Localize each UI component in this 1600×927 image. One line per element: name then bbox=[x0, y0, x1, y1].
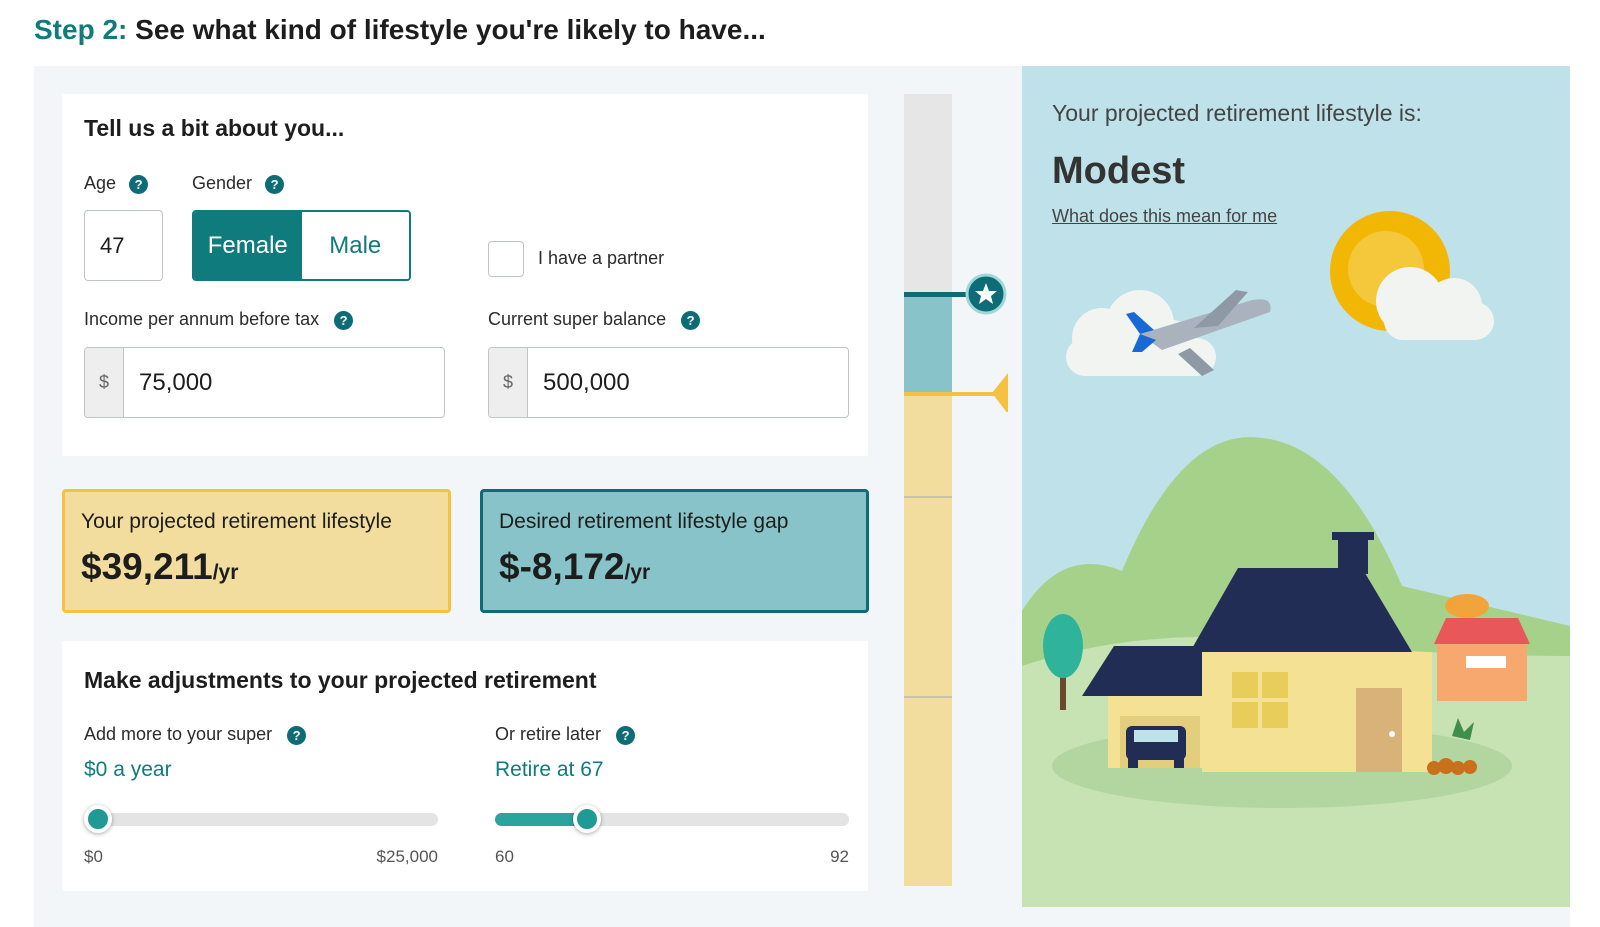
retire-later-value: Retire at 67 bbox=[495, 758, 604, 781]
income-label: Income per annum before tax ? bbox=[84, 309, 354, 330]
step-number: Step 2: bbox=[34, 14, 128, 45]
add-super-label-text: Add more to your super bbox=[84, 724, 273, 744]
gender-help-icon[interactable]: ? bbox=[265, 174, 285, 194]
triangle-marker-icon bbox=[992, 373, 1008, 412]
about-you-heading: Tell us a bit about you... bbox=[84, 115, 345, 141]
income-currency-prefix: $ bbox=[85, 348, 124, 417]
add-super-label: Add more to your super ? bbox=[84, 724, 307, 745]
super-balance-field[interactable]: $ 500,000 bbox=[488, 347, 849, 418]
step-heading: Step 2: See what kind of lifestyle you'r… bbox=[34, 14, 766, 46]
lifestyle-gap-amount: $-8,172/yr bbox=[499, 546, 850, 588]
lifestyle-gauge bbox=[904, 94, 952, 886]
gauge-markers bbox=[904, 273, 1008, 412]
lifestyle-gap-box: Desired retirement lifestyle gap $-8,172… bbox=[480, 489, 869, 613]
partner-label: I have a partner bbox=[538, 248, 665, 268]
age-help-icon[interactable]: ? bbox=[129, 174, 149, 194]
lifestyle-gap-label: Desired retirement lifestyle gap bbox=[499, 510, 789, 533]
gender-option-male[interactable]: Male bbox=[301, 212, 409, 279]
retire-later-label-text: Or retire later bbox=[495, 724, 602, 744]
projected-lifestyle-label: Your projected retirement lifestyle bbox=[81, 510, 392, 533]
shop-icon bbox=[1434, 594, 1530, 701]
add-super-help-icon[interactable]: ? bbox=[287, 725, 307, 745]
gauge-modest-band bbox=[904, 395, 952, 886]
income-field[interactable]: $ 75,000 bbox=[84, 347, 445, 418]
super-currency-prefix: $ bbox=[489, 348, 528, 417]
gauge-comfortable-band bbox=[904, 94, 952, 296]
income-input[interactable]: 75,000 bbox=[124, 348, 212, 417]
retire-min-label: 60 bbox=[495, 847, 514, 866]
retirement-scene-illustration bbox=[1022, 211, 1570, 907]
add-super-min-label: $0 bbox=[84, 847, 103, 866]
gap-amount-value: $-8,172 bbox=[499, 546, 625, 587]
gender-label: Gender ? bbox=[192, 173, 285, 194]
age-input[interactable]: 47 bbox=[84, 210, 163, 281]
age-label: Age ? bbox=[84, 173, 149, 194]
gender-option-female[interactable]: Female bbox=[194, 212, 302, 279]
projected-marker-line bbox=[904, 392, 1004, 396]
door bbox=[1356, 688, 1402, 772]
retire-later-label: Or retire later ? bbox=[495, 724, 636, 745]
projected-lifestyle-box: Your projected retirement lifestyle $39,… bbox=[62, 489, 451, 613]
super-balance-label: Current super balance ? bbox=[488, 309, 701, 330]
add-super-slider-handle[interactable] bbox=[84, 805, 112, 833]
add-super-value: $0 a year bbox=[84, 758, 172, 781]
gender-toggle: Female Male bbox=[192, 210, 411, 281]
desired-marker-line bbox=[904, 292, 976, 297]
lifestyle-illustration-panel: Your projected retirement lifestyle is: … bbox=[1022, 66, 1570, 907]
adjustments-heading: Make adjustments to your projected retir… bbox=[84, 667, 597, 693]
add-super-max-label: $25,000 bbox=[376, 847, 438, 866]
super-balance-help-icon[interactable]: ? bbox=[681, 310, 701, 330]
retire-later-help-icon[interactable]: ? bbox=[616, 725, 636, 745]
income-label-text: Income per annum before tax bbox=[84, 309, 320, 329]
super-balance-input[interactable]: 500,000 bbox=[528, 348, 630, 417]
gender-label-text: Gender bbox=[192, 173, 253, 193]
income-help-icon[interactable]: ? bbox=[334, 310, 354, 330]
gap-amount-unit: /yr bbox=[624, 561, 651, 584]
retire-max-label: 92 bbox=[830, 847, 849, 866]
projected-amount-unit: /yr bbox=[212, 561, 239, 584]
projected-lifestyle-amount: $39,211/yr bbox=[81, 546, 432, 588]
projected-amount-value: $39,211 bbox=[81, 546, 213, 587]
step-title: See what kind of lifestyle you're likely… bbox=[135, 14, 766, 45]
add-super-slider-track[interactable] bbox=[84, 813, 438, 826]
age-label-text: Age bbox=[84, 173, 117, 193]
super-balance-label-text: Current super balance bbox=[488, 309, 667, 329]
partner-checkbox[interactable] bbox=[488, 241, 524, 277]
